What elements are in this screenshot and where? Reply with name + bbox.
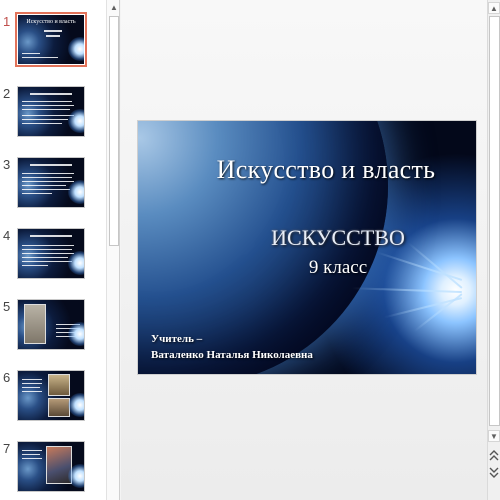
thumbnail-preview: Искусство и власть [18,15,84,64]
thumbnail-statue-image [24,304,46,344]
scrollbar-thumb[interactable] [489,16,500,426]
slide-thumbnail-4[interactable] [17,228,85,279]
thumbnail-monument-image [48,398,70,417]
slide-number: 2 [3,86,11,101]
slide-thumbnail-2[interactable] [17,86,85,137]
thumbnail-text-line [22,249,72,250]
slide-scrollbar[interactable]: ▲ ▼ [487,0,500,500]
slide-number: 6 [3,370,11,385]
current-slide[interactable]: Искусство и власть ИСКУССТВО 9 класс Учи… [137,120,477,375]
thumbnail-preview [18,300,84,349]
slide-thumbnail-3[interactable] [17,157,85,208]
thumbnail-text-line [22,173,74,174]
scroll-down-icon[interactable]: ▼ [488,430,500,442]
slide-number: 1 [3,14,11,29]
slide-grade[interactable]: 9 класс [138,257,476,279]
slide-number: 5 [3,299,11,314]
thumbnail-text-line [22,53,40,54]
slide-thumbnail-row-5[interactable]: 5 [0,299,106,357]
slide-teacher-block[interactable]: Учитель – Ваталенко Наталья Николаевна [151,331,313,363]
thumbnail-text-line [22,109,70,110]
next-slide-icon[interactable] [488,466,500,478]
thumbnail-text-line [22,257,68,258]
thumbnail-preview [18,371,84,420]
slide-thumbnail-row-3[interactable]: 3 [0,157,106,215]
slide-number: 4 [3,228,11,243]
thumbnail-text-line [22,185,66,186]
thumbnail-text-line [22,101,72,102]
slide-thumbnail-pane: 1 Искусство и власть 2 3 4 5 6 7 [0,0,106,500]
thumbnail-text-line [22,245,74,246]
light-streak [352,287,463,293]
thumbnail-preview [18,229,84,278]
thumbnail-text-line [22,450,42,451]
thumbnail-text-line [22,181,74,182]
slide-number: 7 [3,441,11,456]
thumbnail-text-line [22,253,74,254]
thumbnail-preview [18,158,84,207]
thumbnail-text-line [22,57,58,58]
slide-thumbnail-row-4[interactable]: 4 [0,228,106,286]
thumbnail-preview [18,87,84,136]
scroll-up-icon[interactable]: ▲ [488,2,500,14]
thumbnail-text-line [22,261,72,262]
thumbnail-text-line [56,324,80,325]
teacher-name: Ваталенко Наталья Николаевна [151,349,313,361]
presentation-editor: 1 Искусство и власть 2 3 4 5 6 7 ▲ Искус… [0,0,500,500]
thumbnail-text-line [30,235,72,237]
thumbnail-text-line [22,383,42,384]
slide-thumbnail-row-6[interactable]: 6 [0,370,106,428]
thumbnail-text-line [22,105,74,106]
slide-number: 3 [3,157,11,172]
slide-thumbnail-7[interactable] [17,441,85,492]
thumbnail-scrollbar[interactable]: ▲ [106,0,120,500]
thumbnail-painting-image [46,446,72,484]
thumbnail-text-line [56,332,76,333]
thumbnail-text-line [22,193,52,194]
slide-subject[interactable]: ИСКУССТВО [138,225,476,251]
thumbnail-text-line [22,265,48,266]
thumbnail-text-line [22,189,70,190]
thumbnail-title: Искусство и власть [26,19,76,25]
thumbnail-text-line [22,454,40,455]
thumbnail-text-line [22,379,42,380]
thumbnail-preview [18,442,84,491]
slide-title[interactable]: Искусство и власть [138,155,476,185]
thumbnail-text-line [30,164,72,166]
teacher-label: Учитель – [151,333,203,345]
slide-thumbnail-6[interactable] [17,370,85,421]
thumbnail-text-line [22,387,40,388]
previous-slide-icon[interactable] [488,450,500,462]
slide-thumbnail-1[interactable]: Искусство и власть [15,12,87,67]
slide-thumbnail-row-1[interactable]: 1 Искусство и власть [0,12,106,72]
slide-editing-area: Искусство и власть ИСКУССТВО 9 класс Учи… [121,0,487,500]
thumbnail-text-line [56,328,80,329]
slide-thumbnail-row-7[interactable]: 7 [0,441,106,499]
slide-thumbnail-5[interactable] [17,299,85,350]
thumbnail-text-line [44,30,62,32]
slide-thumbnail-row-2[interactable]: 2 [0,86,106,144]
thumbnail-text-line [46,35,60,37]
thumbnail-text-line [22,391,42,392]
thumbnail-text-line [22,177,72,178]
thumbnail-text-line [30,93,72,95]
thumbnail-text-line [22,458,42,459]
thumbnail-text-line [22,123,62,124]
scroll-up-icon[interactable]: ▲ [108,2,120,14]
scrollbar-thumb[interactable] [109,16,119,246]
thumbnail-text-line [56,336,80,337]
light-streak [414,293,463,332]
thumbnail-text-line [22,115,74,116]
thumbnail-statue-image [48,374,70,396]
thumbnail-text-line [22,119,68,120]
